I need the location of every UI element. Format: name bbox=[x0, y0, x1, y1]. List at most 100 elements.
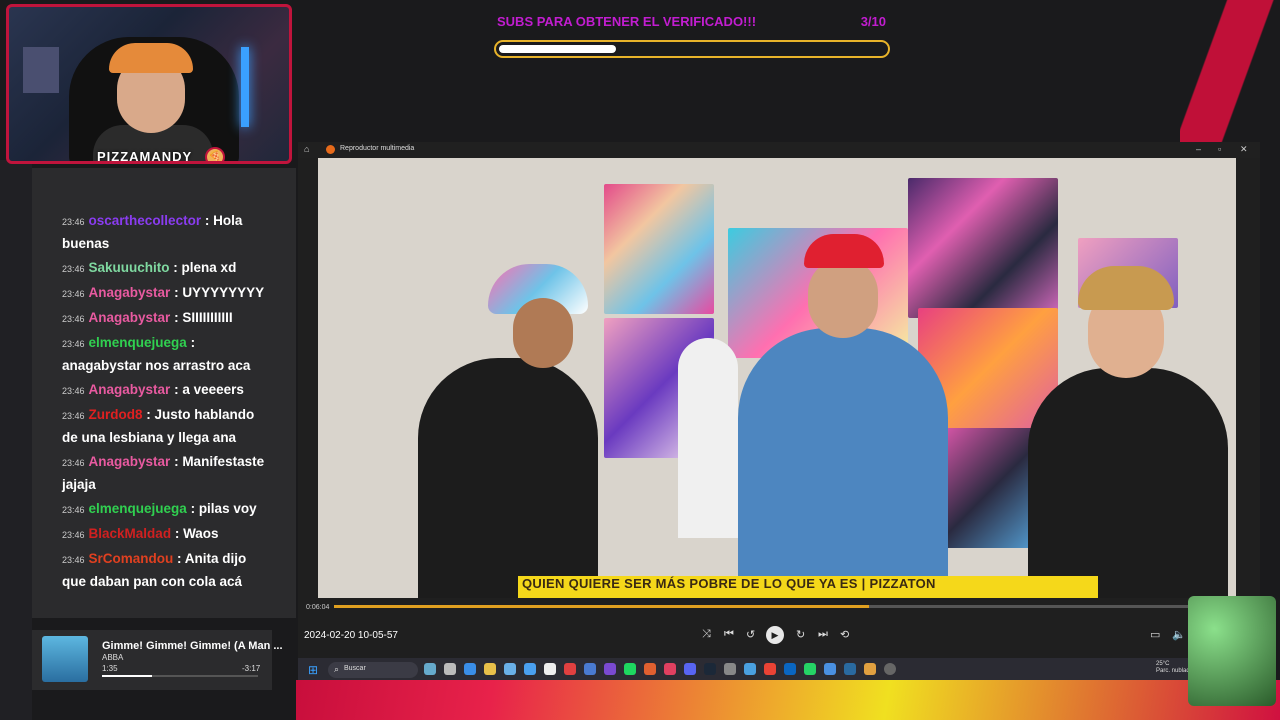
task-view-icon[interactable] bbox=[424, 663, 436, 675]
widgets-icon[interactable] bbox=[444, 663, 456, 675]
chat-text: anagabystar nos arrastro aca bbox=[62, 358, 251, 373]
chat-timestamp: 23:46 bbox=[62, 505, 85, 515]
volume-icon[interactable]: 🔈 bbox=[1172, 628, 1186, 641]
chat-timestamp: 23:46 bbox=[62, 314, 85, 324]
shuffle-icon[interactable]: ⤨ bbox=[702, 628, 711, 641]
discord-icon[interactable] bbox=[684, 663, 696, 675]
goal-progress-bar bbox=[494, 40, 890, 58]
song-progress-bar bbox=[102, 675, 258, 677]
spotify-icon[interactable] bbox=[624, 663, 636, 675]
chat-timestamp: 23:46 bbox=[62, 386, 85, 396]
chat-separator: : bbox=[170, 310, 183, 325]
twitch-icon[interactable] bbox=[604, 663, 616, 675]
chat-text: a veeeers bbox=[182, 382, 244, 397]
chat-panel: 23:46 oscarthecollector : Hola buenas 23:4… bbox=[32, 168, 296, 618]
capcut-icon[interactable] bbox=[544, 663, 556, 675]
chat-username[interactable]: Anagabystar bbox=[89, 285, 171, 300]
forward-icon[interactable]: ↻ bbox=[796, 628, 805, 641]
media-player-icon bbox=[326, 145, 335, 154]
chat-username[interactable]: Anagabystar bbox=[89, 454, 171, 469]
store-icon[interactable] bbox=[504, 663, 516, 675]
app-icon-4[interactable] bbox=[824, 663, 836, 675]
person-center-face bbox=[808, 258, 878, 338]
chat-text: pilas voy bbox=[198, 501, 257, 516]
chat-username[interactable]: Sakuuuchito bbox=[89, 260, 170, 275]
chat-username[interactable]: oscarthecollector bbox=[89, 213, 202, 228]
recording-date: 2024-02-20 10-05-57 bbox=[304, 630, 398, 641]
streamer-cap bbox=[109, 43, 193, 73]
chrome-canary-icon[interactable] bbox=[864, 663, 876, 675]
chat-spacer bbox=[32, 168, 296, 208]
song-title: Gimme! Gimme! Gimme! (A Man ... bbox=[102, 640, 283, 652]
chat-text: Waos bbox=[183, 526, 219, 541]
chat-username[interactable]: Anagabystar bbox=[89, 382, 171, 397]
chat-separator: : bbox=[173, 551, 185, 566]
person-background bbox=[678, 338, 738, 538]
seek-bar[interactable] bbox=[334, 605, 1226, 608]
photos-icon[interactable] bbox=[844, 663, 856, 675]
window-title: Reproductor multimedia bbox=[340, 145, 415, 152]
edge-icon[interactable] bbox=[464, 663, 476, 675]
seek-bar-fill bbox=[334, 605, 870, 608]
explorer-icon[interactable] bbox=[484, 663, 496, 675]
chat-username[interactable]: elmenquejuega bbox=[89, 501, 187, 516]
rewind-icon[interactable]: ↺ bbox=[746, 628, 755, 641]
video-frame[interactable] bbox=[318, 158, 1236, 598]
chat-separator: : bbox=[170, 454, 183, 469]
app-icon-2[interactable] bbox=[724, 663, 736, 675]
previous-icon[interactable]: ⏮ bbox=[724, 628, 734, 641]
decorative-banner bbox=[296, 680, 1280, 720]
goal-count: 3/10 bbox=[860, 14, 886, 29]
song-elapsed: 1:35 bbox=[102, 664, 118, 673]
windows-start-icon[interactable]: ⊞ bbox=[308, 663, 318, 677]
repeat-icon[interactable]: ⟲ bbox=[840, 628, 849, 641]
play-button[interactable]: ▶ bbox=[766, 626, 784, 644]
brave-icon[interactable] bbox=[644, 663, 656, 675]
media-player-taskbar-icon[interactable] bbox=[884, 663, 896, 675]
maximize-icon[interactable]: ▫ bbox=[1218, 144, 1221, 154]
person-center bbox=[738, 328, 948, 598]
mail-icon[interactable] bbox=[524, 663, 536, 675]
miniplayer-icon[interactable]: ▭ bbox=[1150, 628, 1160, 641]
taskbar-search[interactable]: ⌕ Buscar bbox=[328, 662, 418, 678]
chat-separator: : bbox=[142, 407, 155, 422]
chat-separator: : bbox=[186, 501, 199, 516]
chat-message: 23:46 Anagabystar : UYYYYYYYY bbox=[32, 280, 296, 305]
chat-username[interactable]: SrComandou bbox=[89, 551, 174, 566]
red-cap bbox=[804, 234, 884, 268]
chat-username[interactable]: BlackMaldad bbox=[89, 526, 172, 541]
chat-separator: : bbox=[186, 335, 196, 350]
chat-timestamp: 23:46 bbox=[62, 530, 85, 540]
next-icon[interactable]: ⏭ bbox=[818, 628, 828, 641]
chat-message-list: 23:46 oscarthecollector : Hola buenas 23:4… bbox=[32, 208, 296, 593]
app-icon-3[interactable] bbox=[744, 663, 756, 675]
person-right bbox=[1028, 368, 1228, 598]
steam-icon[interactable] bbox=[704, 663, 716, 675]
chat-message: 23:46 Zurdod8 : Justo hablando de una les… bbox=[32, 402, 296, 449]
chat-separator: : bbox=[170, 285, 183, 300]
chat-username[interactable]: Zurdod8 bbox=[89, 407, 143, 422]
chat-message: 23:46 Sakuuuchito : plena xd bbox=[32, 255, 296, 280]
bg-stripe-left bbox=[0, 160, 32, 720]
chat-separator: : bbox=[201, 213, 214, 228]
obs-icon[interactable] bbox=[564, 663, 576, 675]
minimize-icon[interactable]: – bbox=[1196, 144, 1201, 154]
app-icon[interactable] bbox=[664, 663, 676, 675]
chrome-icon[interactable] bbox=[764, 663, 776, 675]
whatsapp-icon[interactable] bbox=[804, 663, 816, 675]
linkedin-icon[interactable] bbox=[784, 663, 796, 675]
person-right-hair bbox=[1078, 266, 1174, 310]
person-bucket-hat-face bbox=[513, 298, 573, 368]
windows-taskbar: ⊞ ⌕ Buscar 25°C Parc. nublado bbox=[298, 658, 1260, 682]
chat-timestamp: 23:46 bbox=[62, 217, 85, 227]
chat-message: 23:46 elmenquejuega : pilas voy bbox=[32, 496, 296, 521]
chat-username[interactable]: elmenquejuega bbox=[89, 335, 187, 350]
chat-text: plena xd bbox=[181, 260, 237, 275]
close-icon[interactable]: ✕ bbox=[1240, 144, 1248, 155]
folder-icon[interactable] bbox=[584, 663, 596, 675]
search-placeholder: Buscar bbox=[344, 665, 366, 672]
song-progress-fill bbox=[102, 675, 152, 677]
chat-username[interactable]: Anagabystar bbox=[89, 310, 171, 325]
home-icon[interactable]: ⌂ bbox=[304, 144, 309, 154]
painting-1 bbox=[604, 184, 714, 314]
